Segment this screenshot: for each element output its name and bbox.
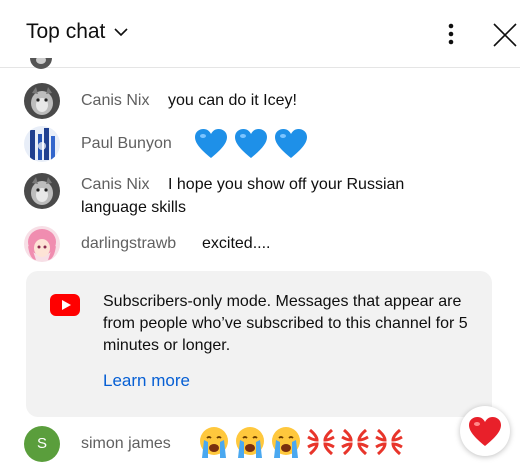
chevron-down-icon bbox=[114, 28, 128, 37]
avatar[interactable]: S bbox=[24, 426, 60, 462]
chat-mode-title: Top chat bbox=[26, 20, 106, 43]
message-text-line2: language skills bbox=[81, 199, 186, 216]
reaction-button[interactable] bbox=[460, 406, 510, 456]
avatar[interactable] bbox=[24, 83, 60, 119]
learn-more-link[interactable]: Learn more bbox=[103, 371, 190, 391]
message-emoji-row bbox=[194, 128, 308, 160]
anger-symbol-icon bbox=[375, 428, 403, 456]
message-author[interactable]: darlingstrawb bbox=[81, 235, 176, 253]
message-text: you can do it Icey! bbox=[168, 92, 297, 109]
avatar bbox=[30, 58, 52, 72]
loudly-crying-face-icon bbox=[236, 427, 264, 458]
avatar[interactable] bbox=[24, 173, 60, 209]
message-text-line1: I hope you show off your Russian bbox=[168, 176, 405, 193]
close-icon[interactable] bbox=[490, 20, 520, 50]
anger-symbol-icon bbox=[307, 428, 335, 456]
message-text: excited.... bbox=[202, 235, 271, 252]
message-author[interactable]: Canis Nix bbox=[81, 176, 149, 194]
message-author[interactable]: simon james bbox=[81, 435, 171, 453]
notice-text: Subscribers-only mode. Messages that app… bbox=[103, 293, 468, 354]
chat-mode-dropdown[interactable]: Top chat bbox=[26, 20, 129, 44]
message-author[interactable]: Canis Nix bbox=[81, 92, 149, 110]
avatar-letter: S bbox=[36, 435, 47, 452]
blue-heart-icon bbox=[275, 129, 307, 158]
message-author[interactable]: Paul Bunyon bbox=[81, 135, 172, 153]
message-emoji-row bbox=[198, 426, 404, 460]
youtube-logo-icon bbox=[50, 294, 80, 316]
avatar[interactable] bbox=[24, 226, 60, 262]
avatar[interactable] bbox=[24, 126, 60, 162]
anger-symbol-icon bbox=[341, 428, 369, 456]
blue-heart-icon bbox=[235, 129, 267, 158]
red-heart-icon bbox=[469, 417, 501, 446]
loudly-crying-face-icon bbox=[272, 427, 300, 458]
loudly-crying-face-icon bbox=[200, 427, 228, 458]
chat-header: Top chat bbox=[0, 0, 520, 68]
more-options-icon[interactable] bbox=[440, 20, 462, 50]
blue-heart-icon bbox=[195, 129, 227, 158]
subscribers-only-notice: Subscribers-only mode. Messages that app… bbox=[26, 271, 492, 417]
